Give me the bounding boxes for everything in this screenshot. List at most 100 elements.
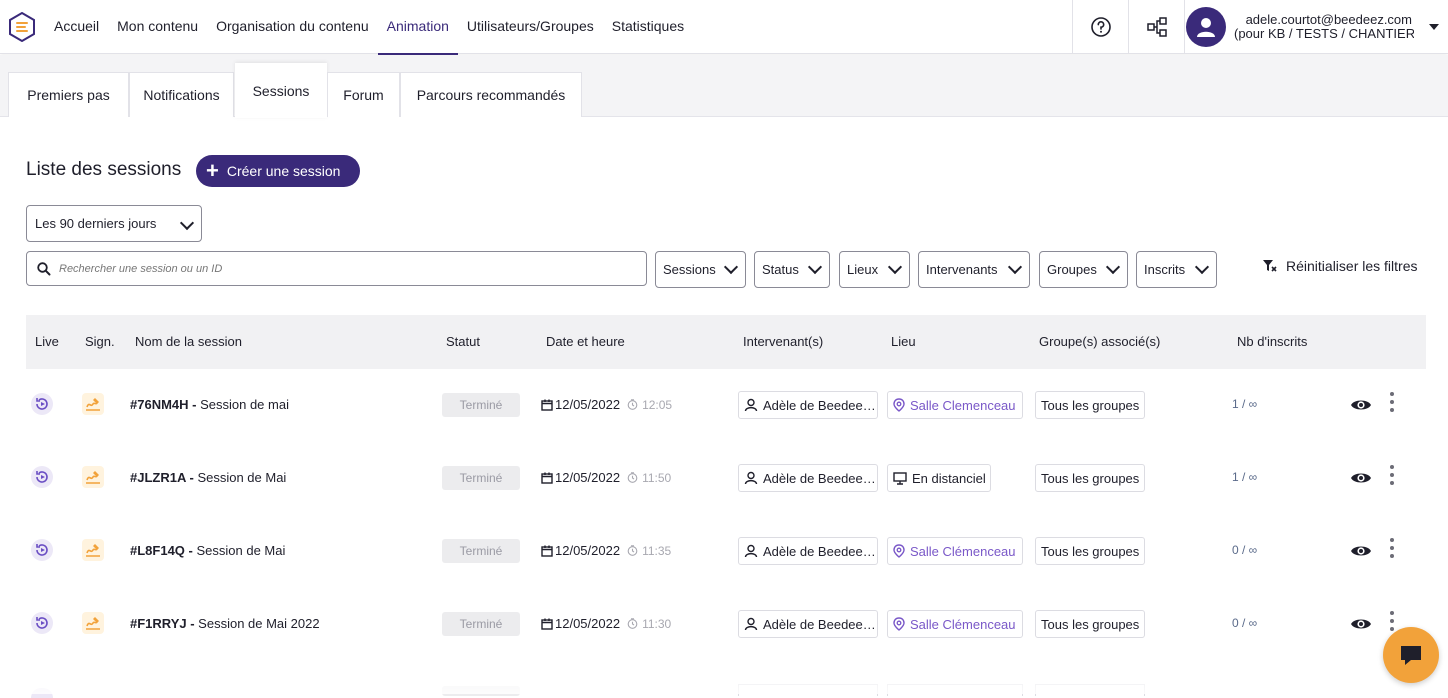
filter-label: Sessions (663, 262, 716, 277)
session-datetime: 12/05/2022 11:30 (541, 616, 671, 631)
status-badge: Terminé (442, 393, 520, 417)
session-time: 12:05 (642, 397, 673, 412)
help-button[interactable] (1072, 0, 1128, 54)
th-speaker: Intervenant(s) (743, 334, 824, 349)
session-id: #F1RRYJ - (130, 616, 195, 631)
speaker-name: Adèle de Beedee… (763, 470, 876, 486)
eye-icon[interactable] (1350, 616, 1372, 632)
speaker-name: Adèle de Beedee… (763, 543, 876, 559)
chevron-down-icon (179, 215, 195, 231)
place-chip[interactable]: En distanciel (887, 464, 991, 492)
avatar (1186, 7, 1226, 47)
app-logo-icon[interactable] (9, 12, 35, 42)
network-button[interactable] (1128, 0, 1184, 54)
chevron-down-icon (1105, 259, 1121, 275)
signature-icon[interactable] (82, 612, 104, 634)
place-chip[interactable]: Salle Clémenceau (887, 537, 1023, 565)
search-box (26, 251, 647, 286)
clock-icon (627, 618, 638, 629)
clock-icon (627, 399, 638, 410)
registrants-count: 0 / ∞ (1232, 616, 1258, 630)
person-icon (744, 617, 758, 631)
th-date: Date et heure (546, 334, 625, 349)
groups-label: Tous les groupes (1041, 397, 1140, 413)
speaker-chip[interactable]: Adèle de Beedee… (738, 391, 878, 419)
search-input[interactable] (59, 262, 646, 275)
th-status: Statut (446, 334, 480, 349)
session-name[interactable]: #F1RRYJ - Session de Mai 2022 (130, 616, 320, 631)
user-icon (1197, 18, 1215, 37)
live-replay-icon[interactable] (31, 466, 53, 488)
main-nav: Accueil Mon contenu Organisation du cont… (54, 0, 702, 56)
more-options-icon[interactable] (1389, 538, 1395, 562)
person-icon (744, 398, 758, 412)
network-icon (1146, 17, 1167, 37)
groups-chip[interactable]: Tous les groupes (1035, 464, 1145, 492)
live-replay-icon[interactable] (31, 612, 53, 634)
signature-icon[interactable] (82, 466, 104, 488)
session-title: Session de mai (200, 397, 289, 412)
period-select[interactable]: Les 90 derniers jours (26, 205, 202, 242)
filter-groupes[interactable]: Groupes (1039, 251, 1128, 288)
caret-down-icon[interactable] (1429, 24, 1439, 30)
speaker-chip[interactable]: Adèle de Beedee… (738, 610, 878, 638)
tab-forum[interactable]: Forum (327, 72, 400, 117)
tab-sessions[interactable]: Sessions (235, 63, 327, 118)
clock-icon (627, 472, 638, 483)
groups-chip[interactable]: Tous les groupes (1035, 610, 1145, 638)
groups-chip[interactable]: Tous les groupes (1035, 391, 1145, 419)
signature-icon[interactable] (82, 539, 104, 561)
eye-icon[interactable] (1350, 397, 1372, 413)
filter-lieux[interactable]: Lieux (839, 251, 910, 288)
table-row: #JLZR1A - Session de Mai Terminé 12/05/2… (26, 442, 1426, 515)
session-title: Session de Mai (196, 543, 286, 558)
session-id: #76NM4H - (130, 397, 197, 412)
status-badge: Terminé (442, 612, 520, 636)
eye-icon[interactable] (1350, 543, 1372, 559)
create-session-label: Créer une session (226, 163, 341, 179)
more-options-icon[interactable] (1389, 465, 1395, 489)
reset-filters-button[interactable]: Réinitialiser les filtres (1262, 258, 1417, 274)
session-date: 12/05/2022 (555, 397, 621, 412)
chat-icon (1401, 646, 1421, 665)
filter-label: Inscrits (1144, 262, 1186, 277)
more-options-icon[interactable] (1389, 392, 1395, 416)
speaker-name: Adèle de Beedee… (763, 616, 876, 632)
calendar-icon (541, 545, 553, 557)
place-chip[interactable]: Salle Clémenceau (887, 610, 1023, 638)
tab-premiers-pas[interactable]: Premiers pas (8, 72, 129, 117)
session-name[interactable]: #JLZR1A - Session de Mai (130, 470, 286, 485)
tab-parcours-recommandes[interactable]: Parcours recommandés (400, 72, 582, 117)
tab-notifications[interactable]: Notifications (129, 72, 234, 117)
session-id: #L8F14Q - (130, 543, 193, 558)
user-menu[interactable]: adele.courtot@beedeez.com (pour KB / TES… (1184, 0, 1448, 54)
filter-status[interactable]: Status (754, 251, 830, 288)
nav-item-mon-contenu[interactable]: Mon contenu (117, 0, 198, 54)
eye-icon[interactable] (1350, 470, 1372, 486)
signature-icon[interactable] (82, 393, 104, 415)
groups-chip[interactable]: Tous les groupes (1035, 537, 1145, 565)
nav-item-organisation[interactable]: Organisation du contenu (216, 0, 369, 54)
live-replay-icon[interactable] (31, 393, 53, 415)
top-bar: Accueil Mon contenu Organisation du cont… (0, 0, 1448, 56)
nav-item-animation[interactable]: Animation (377, 0, 459, 56)
filter-inscrits[interactable]: Inscrits (1136, 251, 1217, 288)
filter-sessions[interactable]: Sessions (655, 251, 746, 288)
person-icon (744, 471, 758, 485)
chat-button[interactable] (1383, 627, 1439, 683)
place-chip[interactable]: Salle Clemenceau (887, 391, 1023, 419)
create-session-button[interactable]: + Créer une session (196, 155, 360, 187)
session-name[interactable]: #76NM4H - Session de mai (130, 397, 289, 412)
speaker-chip[interactable]: Adèle de Beedee… (738, 464, 878, 492)
chevron-down-icon (1007, 259, 1023, 275)
speaker-chip[interactable]: Adèle de Beedee… (738, 537, 878, 565)
session-name[interactable]: #L8F14Q - Session de Mai (130, 543, 285, 558)
location-pin-icon (893, 398, 905, 412)
th-sign: Sign. (85, 334, 115, 349)
nav-item-statistiques[interactable]: Statistiques (612, 0, 684, 54)
filter-intervenants[interactable]: Intervenants (918, 251, 1030, 288)
nav-item-accueil[interactable]: Accueil (54, 0, 99, 54)
th-groups: Groupe(s) associé(s) (1039, 334, 1161, 349)
nav-item-utilisateurs[interactable]: Utilisateurs/Groupes (467, 0, 594, 54)
live-replay-icon[interactable] (31, 539, 53, 561)
